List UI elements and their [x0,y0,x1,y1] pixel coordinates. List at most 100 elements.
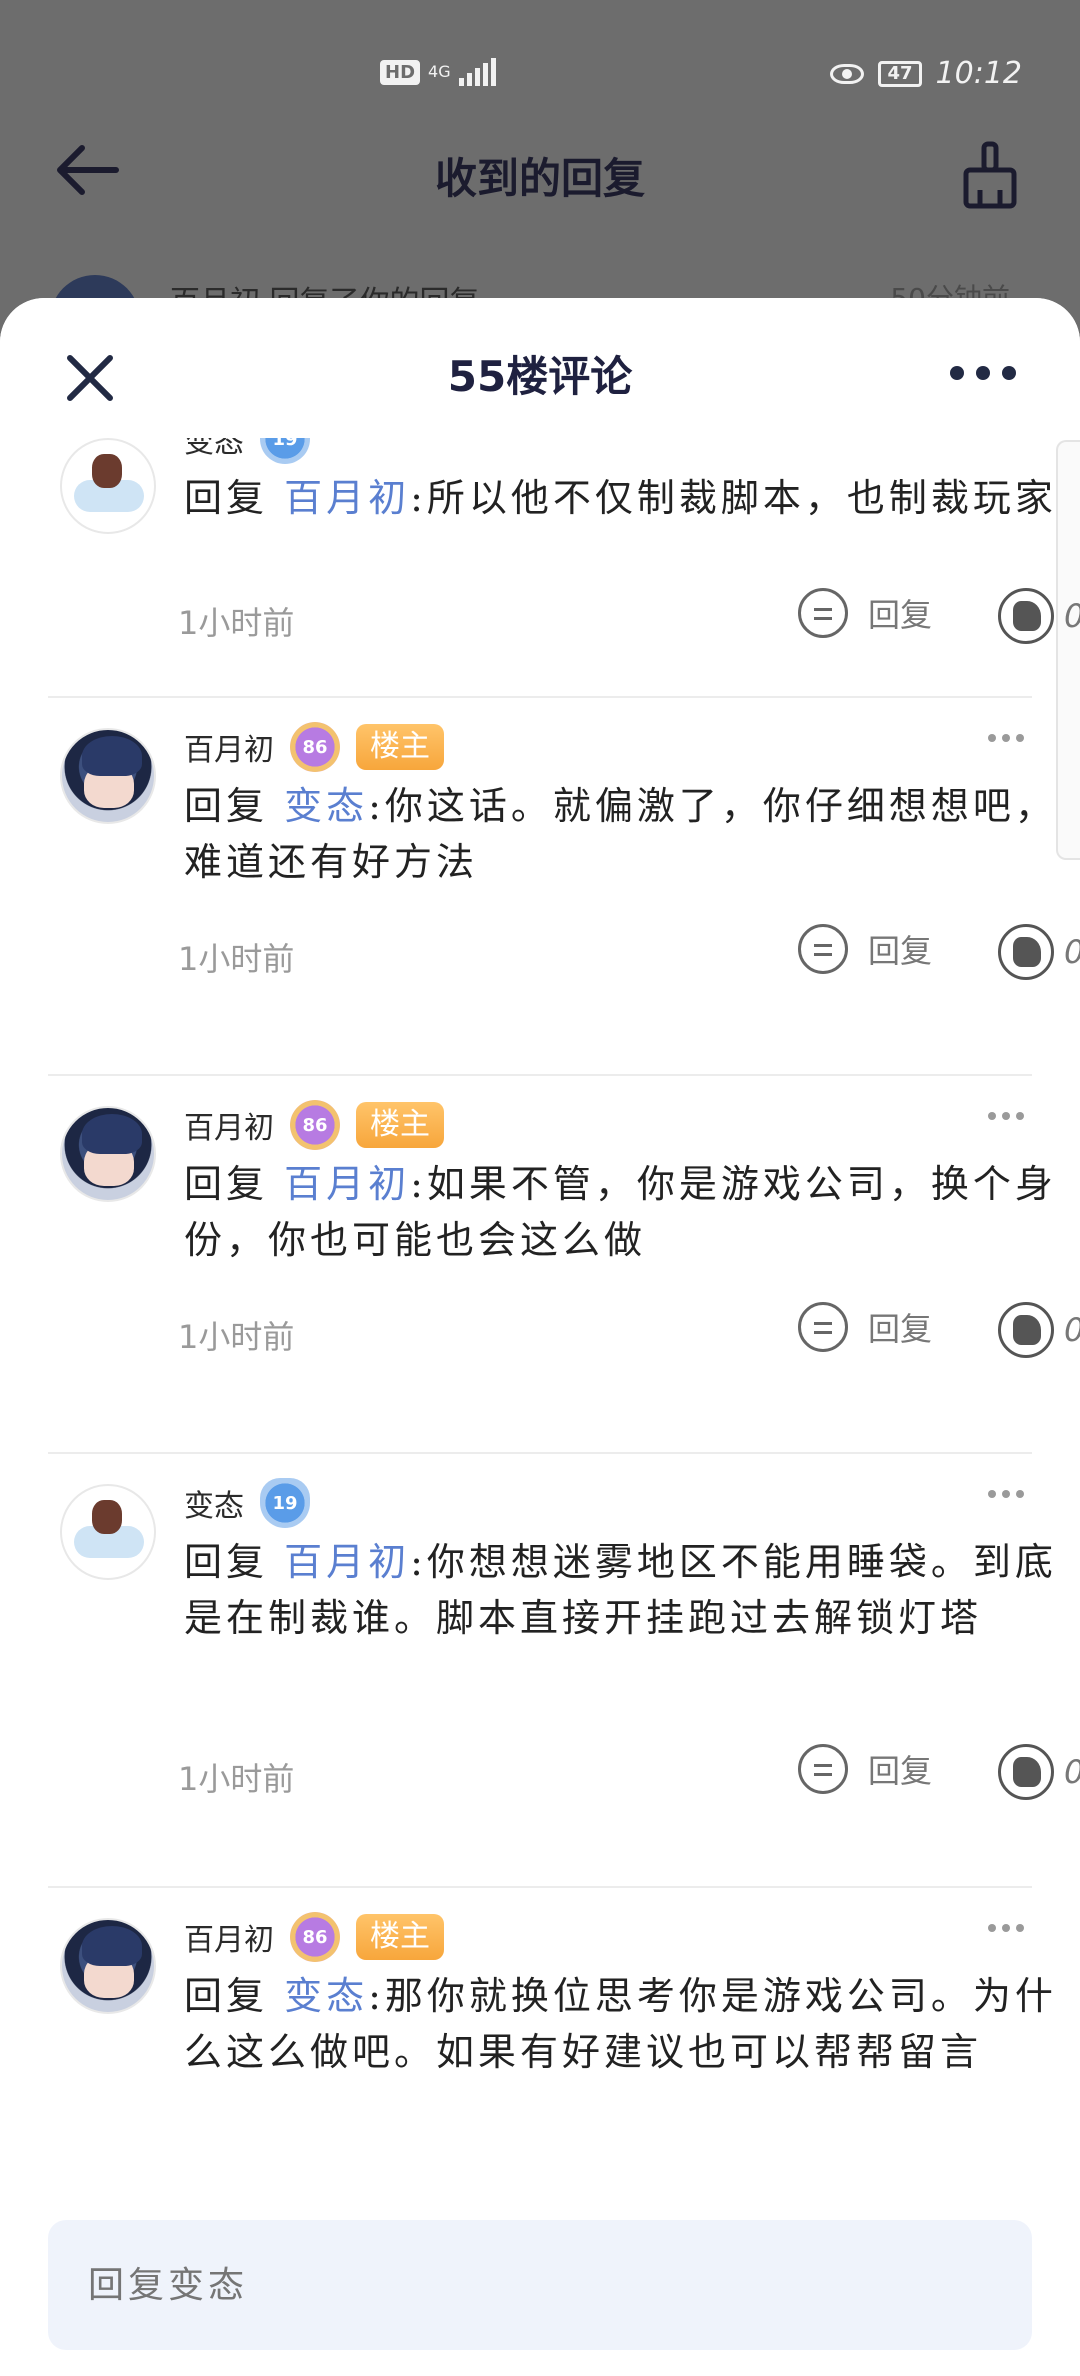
reply-button[interactable]: 回复 [798,924,932,974]
more-options-icon[interactable] [950,366,1016,380]
mention-link[interactable]: 变态 [284,784,368,828]
author-name[interactable]: 百月初 [184,725,274,769]
reply-label: 回复 [868,596,933,634]
status-bar: HD 4G 47 10:12 [0,0,1080,150]
like-count: 0 [1064,597,1080,635]
network-status: HD 4G [380,58,496,86]
reply-label: 回复 [868,1310,933,1348]
thumbs-up-icon [998,924,1054,980]
avatar[interactable] [60,1106,156,1202]
owner-badge: 楼主 [356,724,444,770]
author-row: 变态 19 [184,438,310,464]
author-name[interactable]: 变态 [184,438,244,461]
level-badge: 86 [290,1912,340,1962]
sheet-title: 55楼评论 [447,352,633,401]
thumbs-up-icon [998,588,1054,644]
divider [48,696,1032,698]
comment-text[interactable]: 回复 百月初:如果不管，你是游戏公司，换个身份，你也可能也会这么做 [184,1156,1080,1268]
comment-list[interactable]: 变态 19 回复 百月初:所以他不仅制裁脚本，也制裁玩家 1小时前 回复 0 百… [0,438,1080,2188]
reply-input[interactable] [48,2220,1032,2350]
comment-body: :所以他不仅制裁脚本，也制裁玩家 [410,476,1057,520]
level-badge: 19 [260,438,310,464]
comment-text[interactable]: 回复 变态:那你就换位思考你是游戏公司。为什么这么做吧。如果有好建议也可以帮帮留… [184,1968,1080,2080]
comment-item: 百月初 86 楼主 回复 变态:你这话。就偏激了，你仔细想想吧，难道还有好方法 … [48,722,1080,1058]
mention-link[interactable]: 变态 [284,1974,368,2018]
avatar[interactable] [60,1484,156,1580]
reply-button[interactable]: 回复 [798,588,932,638]
comment-item: 变态 19 回复 百月初:你想想迷雾地区不能用睡袋。到底是在制裁谁。脚本直接开挂… [48,1478,1080,1864]
divider [48,1452,1032,1454]
reply-label: 回复 [868,1752,933,1790]
level-badge: 86 [290,722,340,772]
comment-item: 百月初 86 楼主 回复 变态:那你就换位思考你是游戏公司。为什么这么做吧。如果… [48,1912,1053,2188]
author-name[interactable]: 变态 [184,1481,244,1525]
comment-text[interactable]: 回复 百月初:所以他不仅制裁脚本，也制裁玩家 [184,470,1080,526]
comment-meta: 1小时前 回复 0 [178,924,1080,984]
comment-text[interactable]: 回复 变态:你这话。就偏激了，你仔细想想吧，难道还有好方法 [184,778,1080,890]
mention-link[interactable]: 百月初 [284,1162,410,1206]
avatar[interactable] [60,438,156,534]
divider [48,1886,1032,1888]
reply-button[interactable]: 回复 [798,1302,932,1352]
like-button[interactable]: 0 [998,1302,1080,1358]
page-title: 收到的回复 [434,154,645,203]
sheet-header: 55楼评论 [0,298,1080,438]
comment-text[interactable]: 回复 百月初:你想想迷雾地区不能用睡袋。到底是在制裁谁。脚本直接开挂跑过去解锁灯… [184,1534,1080,1646]
item-more-icon[interactable] [988,1924,1024,1932]
reply-button[interactable]: 回复 [798,1744,932,1794]
timestamp: 1小时前 [178,940,295,978]
clock: 10:12 [935,56,1022,91]
level-badge: 86 [290,1100,340,1150]
comment-meta: 1小时前 回复 0 [178,1302,1080,1362]
owner-badge: 楼主 [356,1914,444,1960]
author-row: 变态 19 [184,1478,310,1528]
comment-sheet: 55楼评论 变态 19 回复 百月初:所以他不仅制裁脚本，也制裁玩家 1小时前 … [0,298,1080,2376]
timestamp: 1小时前 [178,1318,295,1356]
reply-prefix: 回复 [184,1974,269,2018]
item-more-icon[interactable] [988,1112,1024,1120]
like-button[interactable]: 0 [998,588,1080,644]
owner-badge: 楼主 [356,1102,444,1148]
reply-prefix: 回复 [184,476,269,520]
author-row: 百月初 86 楼主 [184,1912,444,1962]
hd-badge: HD [380,59,421,85]
item-more-icon[interactable] [988,734,1024,742]
reply-prefix: 回复 [184,1540,269,1584]
item-more-icon[interactable] [988,1490,1024,1498]
battery-icon: 47 [878,60,922,87]
like-count: 0 [1064,933,1080,971]
thumbs-up-icon [998,1302,1054,1358]
comment-meta: 1小时前 回复 0 [178,1744,1080,1804]
author-name[interactable]: 百月初 [184,1103,274,1147]
reply-bar [0,2200,1080,2376]
avatar[interactable] [60,728,156,824]
comment-meta: 1小时前 回复 0 [178,588,1080,648]
mention-link[interactable]: 百月初 [284,476,410,520]
mention-link[interactable]: 百月初 [284,1540,410,1584]
like-button[interactable]: 0 [998,1744,1080,1800]
reply-prefix: 回复 [184,784,269,828]
like-count: 0 [1064,1311,1080,1349]
avatar[interactable] [60,1918,156,2014]
like-count: 0 [1064,1753,1080,1791]
clear-broom-icon[interactable] [960,140,1020,210]
reply-icon [798,588,848,638]
network-type: 4G [428,62,451,81]
level-badge: 19 [260,1478,310,1528]
reply-label: 回复 [868,932,933,970]
reply-prefix: 回复 [184,1162,269,1206]
author-row: 百月初 86 楼主 [184,722,444,772]
comment-item: 百月初 86 楼主 回复 百月初:如果不管，你是游戏公司，换个身份，你也可能也会… [48,1100,1080,1436]
like-button[interactable]: 0 [998,924,1080,980]
status-right: 47 10:12 [830,56,1022,91]
reply-icon [798,1302,848,1352]
eye-icon [830,63,865,84]
divider [48,1074,1032,1076]
thumbs-up-icon [998,1744,1054,1800]
author-row: 百月初 86 楼主 [184,1100,444,1150]
timestamp: 1小时前 [178,604,295,642]
timestamp: 1小时前 [178,1760,295,1798]
signal-icon [458,58,496,86]
author-name[interactable]: 百月初 [184,1915,274,1959]
reply-icon [798,1744,848,1794]
